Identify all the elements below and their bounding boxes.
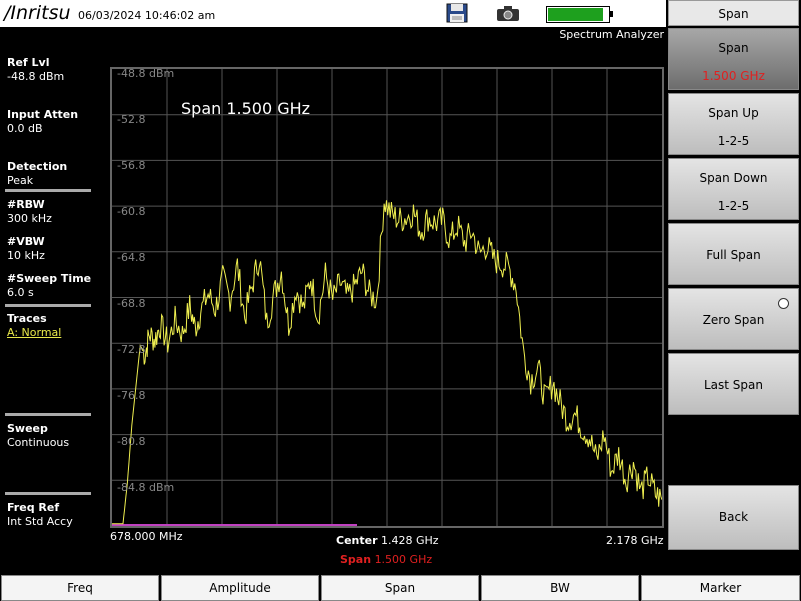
span-frequency: Span 1.500 GHz xyxy=(340,553,432,566)
tab-bw[interactable]: BW xyxy=(481,575,639,601)
traces-value[interactable]: A: Normal xyxy=(7,326,61,340)
span-down-value: 1-2-5 xyxy=(717,199,750,213)
span-value: 1.500 GHz xyxy=(374,553,433,566)
y-tick-label: -76.8 xyxy=(117,389,146,402)
spectrum-plot xyxy=(112,69,662,526)
input-atten-label: Input Atten xyxy=(7,108,79,121)
sweep-time[interactable]: #Sweep Time 6.0 s xyxy=(7,272,91,300)
y-tick-label: -72.8 xyxy=(117,343,146,356)
last-span-label: Last Span xyxy=(703,378,763,392)
rbw[interactable]: #RBW 300 kHz xyxy=(7,198,52,226)
vbw-value: 10 kHz xyxy=(7,249,45,262)
span-down-label: Span Down xyxy=(699,171,768,185)
radio-indicator-icon xyxy=(778,298,789,309)
input-atten[interactable]: Input Atten 0.0 dB xyxy=(7,108,78,136)
span-button-value: 1.500 GHz xyxy=(702,69,765,83)
full-span-button[interactable]: Full Span xyxy=(668,223,799,285)
span-up-button[interactable]: Span Up 1-2-5 xyxy=(668,93,799,155)
battery-nub xyxy=(610,11,613,17)
span-button[interactable]: Span 1.500 GHz xyxy=(668,28,799,90)
span-button-label: Span xyxy=(718,41,749,55)
freq-ref-label: Freq Ref xyxy=(7,501,60,514)
center-value: 1.428 GHz xyxy=(381,534,439,547)
vbw-label: #VBW xyxy=(7,235,45,248)
sweep-value: Continuous xyxy=(7,436,70,449)
tab-marker[interactable]: Marker xyxy=(641,575,800,601)
spectrum-graph[interactable] xyxy=(110,67,664,528)
sweep-time-label: #Sweep Time xyxy=(7,272,92,285)
y-tick-label: -48.8 dBm xyxy=(117,67,175,80)
traces-label: Traces xyxy=(7,312,47,325)
traces[interactable]: Traces A: Normal xyxy=(7,312,61,340)
divider xyxy=(5,189,91,192)
y-tick-label: -68.8 xyxy=(117,297,146,310)
save-icon[interactable] xyxy=(446,3,468,23)
input-atten-value: 0.0 dB xyxy=(7,122,43,135)
ref-level[interactable]: Ref Lvl -48.8 dBm xyxy=(7,56,64,84)
datetime-display: 06/03/2024 10:46:02 am xyxy=(78,9,216,22)
rbw-value: 300 kHz xyxy=(7,212,52,225)
detection[interactable]: Detection Peak xyxy=(7,160,67,188)
y-tick-label: -64.8 xyxy=(117,251,146,264)
tab-span[interactable]: Span xyxy=(321,575,479,601)
detection-label: Detection xyxy=(7,160,68,173)
y-tick-label: -56.8 xyxy=(117,159,146,172)
start-frequency: 678.000 MHz xyxy=(110,530,183,543)
span-overlay: Span 1.500 GHz xyxy=(181,99,311,118)
back-label: Back xyxy=(718,510,749,524)
detection-value: Peak xyxy=(7,174,34,187)
sweep[interactable]: Sweep Continuous xyxy=(7,422,69,450)
y-tick-label: -52.8 xyxy=(117,113,146,126)
divider xyxy=(5,304,91,307)
span-down-button[interactable]: Span Down 1-2-5 xyxy=(668,158,799,220)
sweep-label: Sweep xyxy=(7,422,48,435)
center-frequency: Center 1.428 GHz xyxy=(336,534,439,547)
rbw-label: #RBW xyxy=(7,198,45,211)
span-label: Span xyxy=(340,553,372,566)
battery-icon xyxy=(546,6,613,23)
mode-label: Spectrum Analyzer xyxy=(559,28,664,41)
y-tick-label: -60.8 xyxy=(117,205,146,218)
freq-ref[interactable]: Freq Ref Int Std Accy xyxy=(7,501,73,529)
camera-icon[interactable] xyxy=(496,5,520,22)
ref-level-value: -48.8 dBm xyxy=(7,70,65,83)
vbw[interactable]: #VBW 10 kHz xyxy=(7,235,45,263)
y-tick-label: -84.8 dBm xyxy=(117,481,175,494)
divider xyxy=(5,413,91,416)
full-span-label: Full Span xyxy=(706,248,761,262)
stop-frequency: 2.178 GHz xyxy=(606,534,664,547)
sweep-time-value: 6.0 s xyxy=(7,286,34,299)
back-button[interactable]: Back xyxy=(668,485,799,550)
tab-amplitude[interactable]: Amplitude xyxy=(161,575,319,601)
zero-span-label: Zero Span xyxy=(702,313,765,327)
center-label: Center xyxy=(336,534,378,547)
y-tick-label: -80.8 xyxy=(117,435,146,448)
zero-span-button[interactable]: Zero Span xyxy=(668,288,799,350)
ref-level-label: Ref Lvl xyxy=(7,56,50,69)
brand-logo: /Inritsu xyxy=(4,2,71,24)
last-span-button[interactable]: Last Span xyxy=(668,353,799,415)
span-up-value: 1-2-5 xyxy=(717,134,750,148)
battery-level-fill xyxy=(548,8,604,21)
freq-ref-value: Int Std Accy xyxy=(7,515,73,528)
divider xyxy=(5,492,91,495)
menu-title: Span xyxy=(668,0,799,26)
tab-freq[interactable]: Freq xyxy=(1,575,159,601)
span-up-label: Span Up xyxy=(708,106,759,120)
